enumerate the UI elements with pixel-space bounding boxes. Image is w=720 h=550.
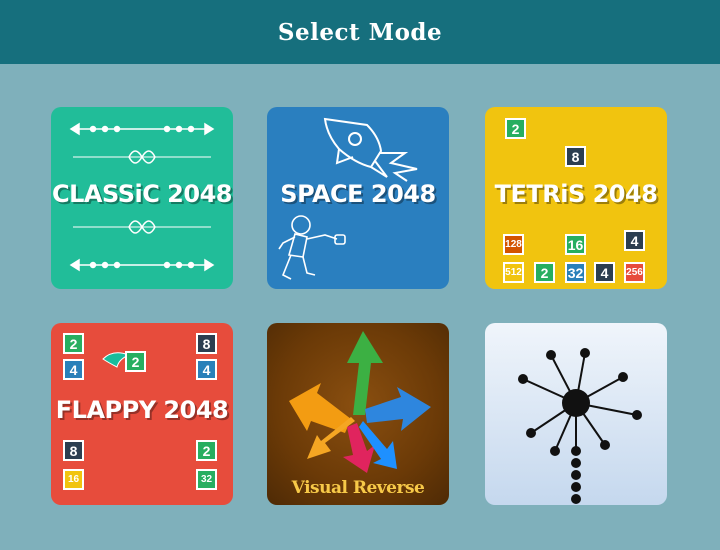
- tetris-tile: 4: [624, 230, 645, 251]
- mode-title-visual-reverse: Visual Reverse: [291, 478, 425, 498]
- tetris-tile: 32: [565, 262, 586, 283]
- mode-card-flappy[interactable]: 2 4 2 8 4 FLAPPY 2048 8 16 2 32: [51, 323, 233, 505]
- flappy-tile: 32: [196, 469, 217, 490]
- mode-card-tetris[interactable]: 2 8 TETRiS 2048 128 16 4 512 2 32 4 256: [485, 107, 667, 289]
- flappy-tile: 8: [196, 333, 217, 354]
- page-title: Select Mode: [277, 18, 443, 46]
- mode-card-classic[interactable]: CLASSiC 2048: [51, 107, 233, 289]
- tetris-tile: 2: [534, 262, 555, 283]
- tetris-tile: 512: [503, 262, 524, 283]
- flappy-tile: 2: [196, 440, 217, 461]
- tetris-tile: 16: [565, 234, 586, 255]
- mode-card-visual-reverse[interactable]: Visual Reverse: [267, 323, 449, 505]
- header-bar: Select Mode: [0, 0, 720, 64]
- tetris-tile: 128: [503, 234, 524, 255]
- mode-card-space[interactable]: SPACE 2048: [267, 107, 449, 289]
- mode-title-classic: CLASSiC 2048: [52, 180, 232, 208]
- pin-wheel-icon: [518, 348, 642, 504]
- mode-card-dots[interactable]: [485, 323, 667, 505]
- mode-title-space: SPACE 2048: [280, 180, 436, 208]
- flappy-tile: 8: [63, 440, 84, 461]
- flappy-tile: 2: [125, 351, 146, 372]
- mode-title-flappy: FLAPPY 2048: [55, 396, 229, 424]
- mode-title-tetris: TETRiS 2048: [494, 180, 658, 208]
- tetris-tile: 4: [594, 262, 615, 283]
- tetris-tile: 8: [565, 146, 586, 167]
- flappy-tile: 16: [63, 469, 84, 490]
- tetris-tile: 256: [624, 262, 645, 283]
- tetris-tile: 2: [505, 118, 526, 139]
- flappy-tile: 4: [196, 359, 217, 380]
